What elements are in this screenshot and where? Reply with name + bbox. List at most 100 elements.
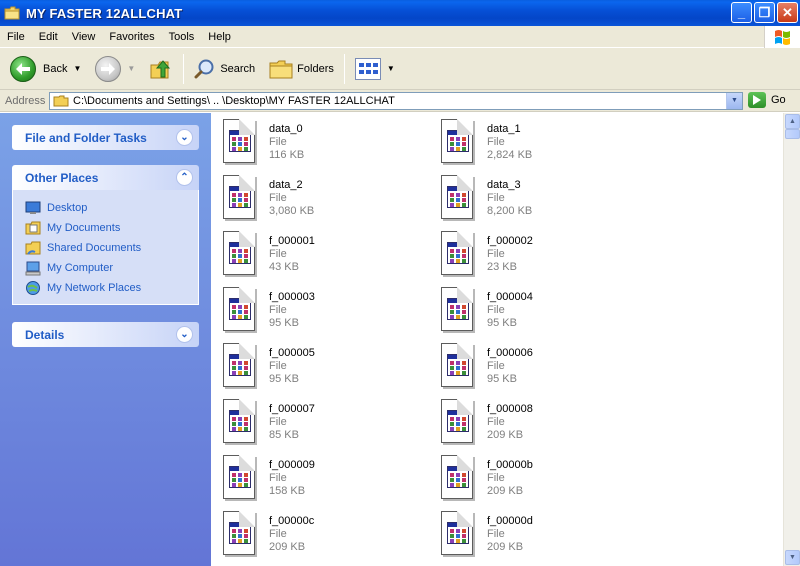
collapse-chevron-icon[interactable]: ⌃ — [176, 169, 193, 186]
file-item[interactable]: data_0 File 116 KB — [213, 114, 423, 166]
generic-file-icon — [221, 343, 259, 389]
file-item[interactable]: data_1 File 2,824 KB — [431, 114, 641, 166]
other-places-header[interactable]: Other Places ⌃ — [12, 165, 199, 190]
file-item[interactable]: f_000003 File 95 KB — [213, 282, 423, 334]
generic-file-icon — [221, 287, 259, 333]
place-desktop[interactable]: Desktop — [25, 198, 198, 218]
file-item[interactable]: f_000004 File 95 KB — [431, 282, 641, 334]
up-folder-button[interactable] — [145, 52, 177, 86]
panel-title: Other Places — [25, 170, 99, 185]
views-dropdown-icon[interactable]: ▼ — [387, 64, 395, 73]
place-my-computer[interactable]: My Computer — [25, 258, 198, 278]
generic-file-icon — [439, 455, 477, 501]
file-type: File — [269, 360, 287, 372]
menu-view[interactable]: View — [65, 31, 103, 43]
file-item[interactable]: f_000005 File 95 KB — [213, 338, 423, 390]
back-button[interactable]: Back ▼ — [6, 52, 91, 86]
folders-label: Folders — [297, 62, 334, 75]
place-shared-documents[interactable]: Shared Documents — [25, 238, 198, 258]
title-bar[interactable]: MY FASTER 12ALLCHAT _ ❐ ✕ — [0, 0, 800, 26]
go-button[interactable]: Go — [748, 92, 786, 108]
file-name: f_000007 — [269, 403, 315, 415]
file-name: f_000002 — [487, 235, 533, 247]
windows-logo-icon — [764, 26, 800, 48]
file-size: 8,200 KB — [487, 205, 533, 217]
file-size: 3,080 KB — [269, 205, 315, 217]
file-item[interactable]: f_000002 File 23 KB — [431, 226, 641, 278]
file-type: File — [269, 304, 287, 316]
file-item[interactable]: f_00000b File 209 KB — [431, 450, 641, 502]
file-type: File — [487, 248, 505, 260]
file-type: File — [269, 416, 287, 428]
menu-tools[interactable]: Tools — [162, 31, 202, 43]
shared-documents-icon — [25, 240, 41, 256]
maximize-button[interactable]: ❐ — [754, 2, 775, 23]
file-item[interactable]: f_000001 File 43 KB — [213, 226, 423, 278]
forward-dropdown-icon[interactable]: ▼ — [127, 64, 135, 73]
folder-icon — [53, 95, 69, 107]
file-list: data_0 File 116 KB data_1 File 2,824 KB data_2… — [211, 113, 783, 566]
place-my-network-places[interactable]: My Network Places — [25, 278, 198, 298]
file-type: File — [269, 192, 287, 204]
place-label: My Computer — [47, 262, 114, 274]
menu-edit[interactable]: Edit — [32, 31, 65, 43]
file-type: File — [487, 416, 505, 428]
file-name: f_000006 — [487, 347, 533, 359]
file-name: f_000008 — [487, 403, 533, 415]
vertical-scrollbar[interactable]: ▲ ▼ — [783, 113, 800, 566]
menu-file[interactable]: File — [0, 31, 32, 43]
menu-bar: File Edit View Favorites Tools Help — [0, 26, 800, 48]
address-dropdown-icon[interactable]: ▼ — [726, 93, 742, 109]
file-item[interactable]: f_00000c File 209 KB — [213, 506, 423, 558]
scroll-down-icon[interactable]: ▼ — [785, 550, 800, 565]
generic-file-icon — [439, 511, 477, 557]
generic-file-icon — [221, 231, 259, 277]
file-size: 209 KB — [487, 485, 524, 497]
file-type: File — [269, 136, 287, 148]
file-item[interactable]: f_000006 File 95 KB — [431, 338, 641, 390]
search-button[interactable]: Search — [190, 52, 259, 86]
file-and-folder-tasks-panel: File and Folder Tasks ⌄ — [12, 125, 199, 150]
file-name: f_000004 — [487, 291, 533, 303]
close-button[interactable]: ✕ — [777, 2, 798, 23]
file-name: f_000005 — [269, 347, 315, 359]
forward-button[interactable]: ▼ — [91, 52, 145, 86]
file-size: 2,824 KB — [487, 149, 533, 161]
file-size: 116 KB — [269, 149, 305, 161]
minimize-button[interactable]: _ — [731, 2, 752, 23]
details-header[interactable]: Details ⌄ — [12, 322, 199, 347]
address-input[interactable]: C:\Documents and Settings\ .. \Desktop\M… — [49, 92, 743, 110]
file-size: 43 KB — [269, 261, 299, 273]
folders-button[interactable]: Folders — [265, 52, 338, 86]
views-button[interactable]: ▼ — [351, 52, 405, 86]
file-name: data_1 — [487, 123, 521, 135]
expand-chevron-icon[interactable]: ⌄ — [176, 129, 193, 146]
file-item[interactable]: data_2 File 3,080 KB — [213, 170, 423, 222]
file-item[interactable]: f_00000d File 209 KB — [431, 506, 641, 558]
network-places-icon — [25, 280, 41, 296]
file-name: f_00000c — [269, 515, 315, 527]
generic-file-icon — [439, 231, 477, 277]
file-type: File — [487, 136, 505, 148]
scroll-up-icon[interactable]: ▲ — [785, 114, 800, 129]
place-label: My Documents — [47, 222, 121, 234]
generic-file-icon — [439, 287, 477, 333]
back-dropdown-icon[interactable]: ▼ — [73, 64, 81, 73]
generic-file-icon — [439, 343, 477, 389]
expand-chevron-icon[interactable]: ⌄ — [176, 326, 193, 343]
file-item[interactable]: f_000008 File 209 KB — [431, 394, 641, 446]
panel-title: Details — [25, 327, 65, 342]
file-and-folder-tasks-header[interactable]: File and Folder Tasks ⌄ — [12, 125, 199, 150]
place-my-documents[interactable]: My Documents — [25, 218, 198, 238]
menu-favorites[interactable]: Favorites — [102, 31, 161, 43]
go-label: Go — [771, 94, 786, 106]
file-item[interactable]: f_000007 File 85 KB — [213, 394, 423, 446]
file-item[interactable]: data_3 File 8,200 KB — [431, 170, 641, 222]
file-type: File — [269, 472, 287, 484]
menu-help[interactable]: Help — [201, 31, 238, 43]
file-name: f_00000b — [487, 459, 533, 471]
search-icon — [194, 58, 216, 80]
file-item[interactable]: f_000009 File 158 KB — [213, 450, 423, 502]
scrollbar-thumb[interactable] — [785, 129, 800, 139]
my-documents-icon — [25, 220, 41, 236]
